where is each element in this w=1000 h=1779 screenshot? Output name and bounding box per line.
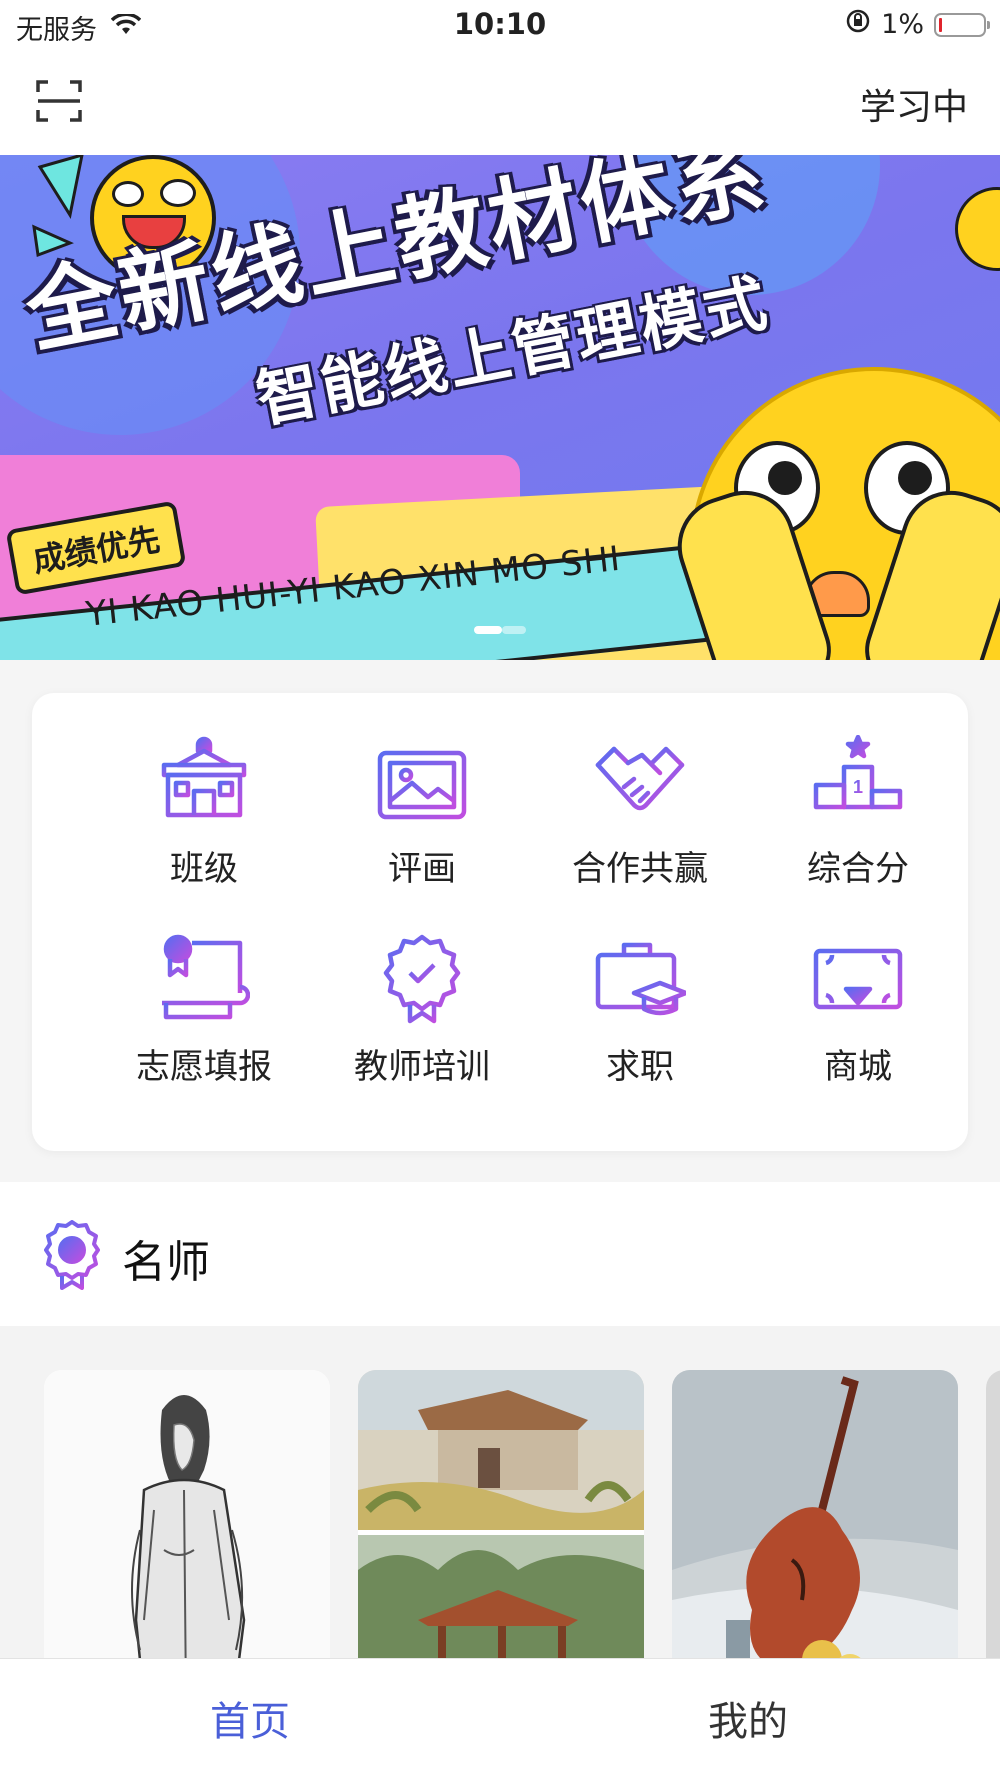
orientation-lock-icon (845, 8, 871, 41)
studying-button[interactable]: 学习中 (860, 78, 968, 130)
menu-item-application[interactable]: 志愿填报 (94, 933, 314, 1113)
oil-painting-cello-still-life-image (672, 1370, 958, 1658)
famous-teachers-header: 名师 (0, 1182, 1000, 1326)
medal-icon (44, 1220, 100, 1290)
teacher-gallery (0, 1326, 1000, 1658)
tab-home[interactable]: 首页 (210, 1689, 290, 1747)
menu-item-critique[interactable]: 评画 (312, 735, 532, 915)
battery-icon (934, 12, 990, 37)
battery-percent: 1% (881, 9, 924, 40)
menu-label: 教师培训 (354, 1047, 490, 1087)
menu-item-mall[interactable]: 商城 (748, 933, 968, 1113)
gallery-card[interactable] (44, 1370, 330, 1658)
handshake-icon (594, 735, 686, 827)
menu-item-cooperation[interactable]: 合作共赢 (530, 735, 750, 915)
carousel-dot-active[interactable] (474, 626, 502, 634)
emoji-icon (955, 187, 1000, 271)
menu-label: 合作共赢 (572, 849, 708, 889)
feature-menu-card: 班级 评画 合作共赢 1 综合分 志愿填报 教师培训 求职 商城 (32, 693, 968, 1151)
oil-painting-village-pavilion-image (358, 1370, 644, 1658)
status-bar: 无服务 10:10 1% (0, 0, 1000, 52)
shopping-download-icon (812, 933, 904, 1025)
carousel-indicator (0, 626, 1000, 634)
award-badge-icon (376, 933, 468, 1025)
gallery-card-partial[interactable] (986, 1370, 1000, 1658)
pencil-sketch-figure-image (44, 1370, 330, 1658)
menu-label: 志愿填报 (136, 1047, 272, 1087)
certificate-scroll-icon (158, 933, 251, 1025)
menu-label: 评画 (388, 849, 456, 889)
section-title: 名师 (122, 1237, 210, 1288)
picture-frame-icon (376, 735, 468, 827)
menu-item-teacher-training[interactable]: 教师培训 (312, 933, 532, 1113)
menu-item-class[interactable]: 班级 (94, 735, 314, 915)
menu-label: 班级 (170, 849, 238, 889)
menu-item-composite-score[interactable]: 1 综合分 (748, 734, 968, 915)
carousel-dot[interactable] (502, 626, 526, 634)
bottom-tab-bar: 首页 我的 (0, 1658, 1000, 1779)
menu-label: 求职 (606, 1047, 674, 1087)
podium-icon: 1 (812, 734, 904, 827)
svg-text:1: 1 (853, 777, 863, 797)
menu-label: 商城 (824, 1047, 892, 1087)
promo-banner[interactable]: 全新线上教材体系 智能线上管理模式 成绩优先 YI KAO HUI-YI KAO… (0, 155, 1000, 660)
top-nav-bar: 学习中 (0, 52, 1000, 155)
school-building-icon (158, 735, 250, 827)
covering-eyes-emoji-icon (664, 367, 1000, 660)
gallery-card[interactable] (358, 1370, 644, 1658)
menu-label: 综合分 (807, 849, 909, 889)
tab-mine[interactable]: 我的 (708, 1689, 788, 1747)
gallery-card[interactable] (672, 1370, 958, 1658)
scan-icon[interactable] (36, 78, 82, 124)
menu-item-job-hunting[interactable]: 求职 (530, 933, 750, 1113)
briefcase-graduation-icon (594, 933, 689, 1025)
status-right: 1% (845, 8, 990, 41)
